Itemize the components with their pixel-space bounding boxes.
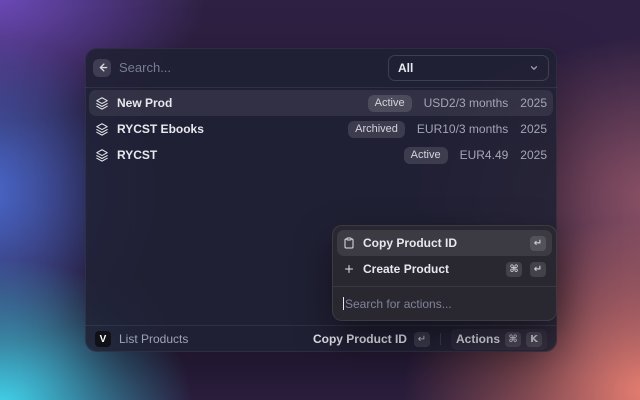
product-title: New Prod [117,96,173,110]
command-name-label: List Products [119,332,189,346]
actions-button[interactable]: Actions ⌘ K [450,328,547,350]
search-bar: Search... All [85,48,557,87]
command-key-badge: ⌘ [505,331,521,347]
product-year: 2025 [520,122,547,136]
layers-icon [95,148,109,162]
action-item-copy-product-id[interactable]: Copy Product ID ↵ [337,230,552,256]
status-bar: V List Products Copy Product ID ↵ Action… [85,325,557,352]
action-item-label: Copy Product ID [363,236,458,250]
product-row-rycst[interactable]: RYCST Active EUR4.49 2025 [89,142,553,168]
return-key-badge: ↵ [530,235,546,251]
action-item-label: Create Product [363,262,450,276]
actions-button-label: Actions [455,332,500,346]
product-title: RYCST Ebooks [117,122,204,136]
actions-search-placeholder: Search for actions... [345,296,452,311]
filter-dropdown[interactable]: All [388,54,549,81]
product-year: 2025 [520,148,547,162]
command-key-badge: ⌘ [506,261,522,277]
product-price: EUR4.49 [459,148,509,162]
back-button[interactable] [93,58,111,77]
text-cursor [343,297,344,310]
extension-logo-icon: V [95,331,111,347]
product-price: USD2/3 months [423,96,509,110]
chevron-down-icon [529,63,539,73]
plus-icon [343,263,355,275]
actions-popup: Copy Product ID ↵ Create Product ⌘ ↵ Sea… [332,225,557,321]
layers-icon [95,96,109,110]
filter-dropdown-value: All [398,60,414,75]
status-badge: Active [403,146,448,164]
arrow-left-icon [97,62,108,73]
footer-divider [439,333,441,345]
action-item-create-product[interactable]: Create Product ⌘ ↵ [337,256,552,282]
product-row-new-prod[interactable]: New Prod Active USD2/3 months 2025 [89,90,553,116]
product-price: EUR10/3 months [416,122,509,136]
actions-search-input[interactable]: Search for actions... [337,291,552,316]
primary-action-button[interactable]: Copy Product ID [313,332,407,346]
return-key-badge: ↵ [530,261,546,277]
return-key-badge: ↵ [413,331,430,347]
layers-icon [95,122,109,136]
product-title: RYCST [117,148,158,162]
product-row-rycst-ebooks[interactable]: RYCST Ebooks Archived EUR10/3 months 202… [89,116,553,142]
popup-divider [333,286,556,287]
status-badge: Archived [348,120,405,138]
k-key-badge: K [526,331,542,347]
command-palette-window: Search... All New Prod Active USD2/3 mon… [85,48,557,352]
clipboard-icon [343,237,355,249]
product-year: 2025 [520,96,547,110]
search-input[interactable]: Search... [117,60,382,75]
status-badge: Active [367,94,412,112]
